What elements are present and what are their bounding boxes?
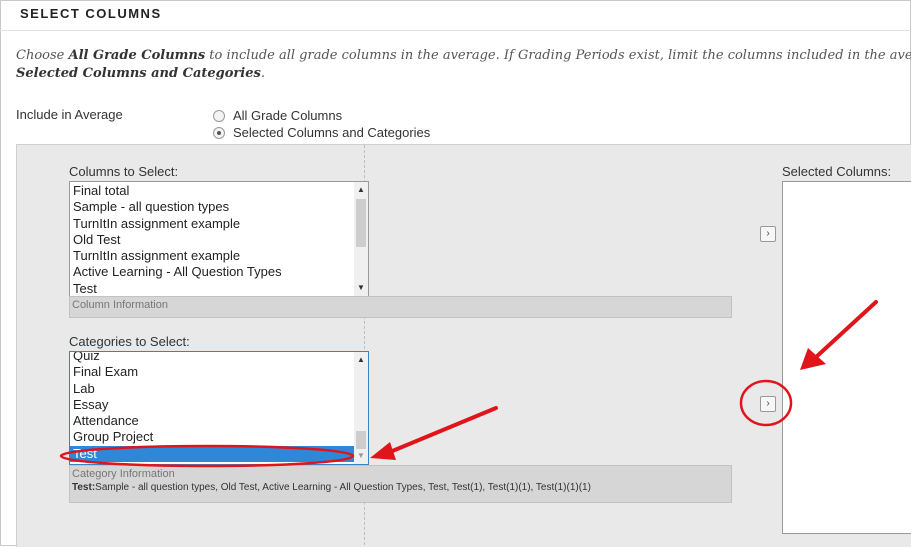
section-title: SELECT COLUMNS xyxy=(20,6,162,21)
categories-options: Quiz Final Exam Lab Essay Attendance Gro… xyxy=(70,352,368,463)
list-item[interactable]: Final Exam xyxy=(70,364,368,380)
instructions-bold1: All Grade Columns xyxy=(68,48,206,63)
scroll-thumb[interactable] xyxy=(356,199,366,247)
instructions-text: Choose All Grade Columns to include all … xyxy=(16,47,911,83)
title-divider xyxy=(0,30,911,31)
scroll-up-icon[interactable]: ▲ xyxy=(354,354,368,366)
radio-selected-columns-categories[interactable]: Selected Columns and Categories xyxy=(213,125,430,140)
move-category-right-button[interactable]: › xyxy=(760,396,776,412)
radio-label: Selected Columns and Categories xyxy=(233,125,431,140)
radio-all-grade-columns[interactable]: All Grade Columns xyxy=(213,108,342,123)
selected-columns-label: Selected Columns: xyxy=(782,164,892,179)
category-information-title: Category Information xyxy=(72,468,175,480)
category-info-key: Test: xyxy=(72,482,96,493)
list-item[interactable]: Group Project xyxy=(70,429,368,445)
list-item[interactable]: Quiz xyxy=(70,352,368,364)
scroll-up-icon[interactable]: ▲ xyxy=(354,184,368,196)
list-item-selected[interactable]: Test xyxy=(70,445,354,463)
list-item[interactable]: Sample - all question types xyxy=(70,199,368,215)
list-item[interactable]: Test xyxy=(70,281,368,296)
scroll-down-icon[interactable]: ▼ xyxy=(354,282,368,294)
selected-columns-listbox[interactable] xyxy=(782,181,911,534)
list-item[interactable]: TurnItIn assignment example xyxy=(70,216,368,232)
chevron-right-icon: › xyxy=(766,398,770,409)
instructions-bold2: Selected Columns and Categories xyxy=(16,66,261,81)
chevron-right-icon: › xyxy=(766,228,770,239)
instructions-part3: . xyxy=(260,66,265,81)
columns-listbox[interactable]: Final total Sample - all question types … xyxy=(69,181,369,297)
column-information-box: Column Information xyxy=(69,296,732,318)
include-in-average-label: Include in Average xyxy=(16,107,123,122)
radio-label: All Grade Columns xyxy=(233,108,343,123)
list-item[interactable]: Old Test xyxy=(70,232,368,248)
list-item[interactable]: Attendance xyxy=(70,413,368,429)
instructions-part2: to include all grade columns in the aver… xyxy=(209,48,911,63)
categories-listbox[interactable]: Quiz Final Exam Lab Essay Attendance Gro… xyxy=(69,351,369,465)
list-item[interactable]: Final total xyxy=(70,183,368,199)
columns-scrollbar[interactable]: ▲ ▼ xyxy=(354,182,368,296)
categories-scrollbar[interactable]: ▲ ▼ xyxy=(354,352,368,464)
list-item[interactable]: Essay xyxy=(70,397,368,413)
move-column-right-button[interactable]: › xyxy=(760,226,776,242)
list-item[interactable]: TurnItIn assignment example xyxy=(70,248,368,264)
category-info-text: Sample - all question types, Old Test, A… xyxy=(95,482,591,493)
categories-to-select-label: Categories to Select: xyxy=(69,334,190,349)
list-item[interactable]: Lab xyxy=(70,381,368,397)
category-information-box: Category Information Test:Sample - all q… xyxy=(69,465,732,503)
category-information-detail: Test:Sample - all question types, Old Te… xyxy=(70,481,731,495)
radio-button[interactable] xyxy=(213,109,225,122)
instructions-part1: Choose xyxy=(16,48,69,63)
column-information-title: Column Information xyxy=(72,299,168,311)
radio-button-checked[interactable] xyxy=(213,126,225,139)
scroll-thumb[interactable] xyxy=(356,431,366,449)
columns-options: Final total Sample - all question types … xyxy=(70,182,368,296)
columns-to-select-label: Columns to Select: xyxy=(69,164,179,179)
list-item[interactable]: Active Learning - All Question Types xyxy=(70,264,368,280)
scroll-down-icon[interactable]: ▼ xyxy=(354,450,368,462)
